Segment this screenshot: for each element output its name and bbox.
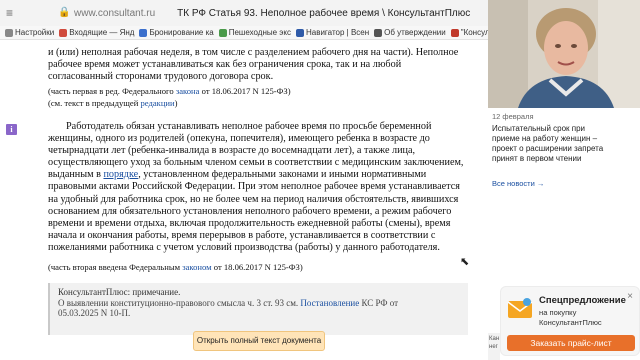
text-line: времени и времени отдыха, включая продол… xyxy=(48,217,451,229)
edition-note-1: (часть первая в ред. Федерального закона… xyxy=(48,85,468,97)
open-full-text-button[interactable]: Открыть полный текст документа xyxy=(193,331,325,351)
close-icon[interactable]: × xyxy=(627,291,633,302)
address-bar: ≡ 🔒 www.consultant.ru ТК РФ Статья 93. Н… xyxy=(0,0,488,26)
note-text: от 18.06.2017 N 125-ФЗ) xyxy=(211,262,303,272)
procedure-link[interactable]: порядке xyxy=(103,169,138,180)
text-line: основанием для обязательного установлени… xyxy=(48,205,452,217)
bookmark-label: Бронирование ка xyxy=(149,28,214,37)
resolution-link[interactable]: Постановление xyxy=(300,298,359,308)
info-icon[interactable]: i xyxy=(6,124,17,135)
text-line: женщины, одного из родителей (опекуна, п… xyxy=(48,133,430,145)
note-text: (часть вторая введена Федеральным xyxy=(48,262,183,272)
bookmark-label: Навигатор | Всен xyxy=(305,28,370,37)
bookmark-item[interactable]: Навигатор | Всен xyxy=(295,28,370,37)
tooltip-line: нег xyxy=(489,344,498,350)
note-text: от 18.06.2017 N 125-ФЗ) xyxy=(199,86,291,96)
bookmark-favicon-icon xyxy=(295,28,304,37)
bookmark-item[interactable]: Об утверждении xyxy=(374,28,446,37)
note-text: (см. текст в предыдущей xyxy=(48,98,141,108)
note-text: О выявлении конституционно-правового смы… xyxy=(58,297,301,308)
bookmark-label: Об утверждении xyxy=(384,28,446,37)
note-text: 05.03.2025 N 10-П. xyxy=(58,308,131,319)
promo-title: Спецпредложение xyxy=(539,295,626,306)
text-line: на удобный для работника срок, но не бол… xyxy=(48,193,459,205)
order-price-list-button[interactable]: Заказать прайс-лист xyxy=(507,335,635,351)
tooltip-line: Кан xyxy=(489,336,500,342)
bookmark-label: "КонсультантПлюс xyxy=(460,28,488,37)
bookmark-favicon-icon xyxy=(5,28,13,37)
url-field[interactable]: www.consultant.ru xyxy=(74,8,155,19)
bookmark-label: Пешеходные экс xyxy=(228,28,291,37)
bookmark-item[interactable]: "КонсультантПлюс xyxy=(450,28,488,37)
bookmark-favicon-icon xyxy=(450,28,459,37)
lock-icon[interactable]: 🔒 xyxy=(58,7,70,19)
bookmark-label: Входящие — Янд xyxy=(69,28,135,37)
edition-note-3: (часть вторая введена Федеральным законо… xyxy=(48,261,468,273)
text-line: рабочее время может устанавливаться как … xyxy=(48,59,402,71)
text-line: правовыми актами Российской Федерации. П… xyxy=(48,181,460,193)
bookmark-favicon-icon xyxy=(218,28,227,37)
bookmark-label: Настройки xyxy=(15,28,55,37)
bookmark-item[interactable]: Бронирование ка xyxy=(139,28,214,37)
webcam-overlay xyxy=(488,0,640,108)
bookmark-item[interactable]: Входящие — Янд xyxy=(59,28,134,37)
text-line: согласованный сторонами трудового догово… xyxy=(48,71,274,83)
presenter-photo xyxy=(488,0,640,108)
previous-edition-link[interactable]: редакции xyxy=(140,98,174,108)
note-text: КС РФ от xyxy=(359,297,399,308)
law-link[interactable]: законом xyxy=(182,262,211,272)
paragraph-1: и (или) неполная рабочая неделя, в том ч… xyxy=(48,47,468,83)
bookmark-favicon-icon xyxy=(374,28,383,37)
consultant-note: КонсультантПлюс: примечание. О выявлении… xyxy=(48,283,468,335)
bookmark-favicon-icon xyxy=(139,28,148,37)
special-offer-popup: Спецпредложение на покупку КонсультантПл… xyxy=(500,286,640,356)
note-text: (часть первая в ред. Федерального xyxy=(48,86,176,96)
text-line: пожеланиями работника с учетом условий п… xyxy=(48,241,440,253)
news-headline[interactable]: Испытательный срок при приеме на работу … xyxy=(492,124,612,164)
text-line: четырнадцати лет (ребенка-инвалида в воз… xyxy=(48,145,416,157)
text-line: и (или) неполная рабочая неделя, в том ч… xyxy=(48,47,459,58)
page-title: ТК РФ Статья 93. Неполное рабочее время … xyxy=(177,7,471,19)
consultant-note-title: КонсультантПлюс: примечание. xyxy=(58,287,181,297)
text-line: Работодатель обязан устанавливать неполн… xyxy=(66,121,432,132)
note-text: ) xyxy=(174,98,178,108)
envelope-icon xyxy=(507,298,533,318)
promo-tooltip: Кан нег xyxy=(488,333,500,360)
bookmark-favicon-icon xyxy=(59,28,68,37)
paragraph-2: Работодатель обязан устанавливать неполн… xyxy=(48,121,468,254)
right-panel: 12 февраля Испытательный срок при приеме… xyxy=(488,0,640,360)
news-date: 12 февраля xyxy=(492,112,534,121)
consultant-note-text: О выявлении конституционно-правового смы… xyxy=(58,298,468,319)
bookmark-item[interactable]: Настройки xyxy=(5,28,54,37)
menu-icon[interactable]: ≡ xyxy=(6,7,16,19)
mouse-cursor-icon: ⬉ xyxy=(460,256,470,268)
text-line: начала и окончания работы, время перерыв… xyxy=(48,229,436,241)
promo-subtitle: на покупку xyxy=(539,308,577,317)
all-news-link[interactable]: Все новости → xyxy=(492,179,544,188)
text-line: осуществляющего уход за больным членом с… xyxy=(48,157,464,169)
bookmark-item[interactable]: Пешеходные экс xyxy=(218,28,291,37)
text-line: , установленном федеральными законами и … xyxy=(138,169,427,181)
law-link[interactable]: закона xyxy=(176,86,200,96)
edition-note-2: (см. текст в предыдущей редакции) xyxy=(48,97,468,109)
document-body: и (или) неполная рабочая неделя, в том ч… xyxy=(0,41,488,360)
promo-subtitle: КонсультантПлюс xyxy=(539,318,602,327)
text-line: выданным в xyxy=(48,169,104,181)
bookmarks-bar: Настройки Входящие — Янд Бронирование ка Пе… xyxy=(0,26,488,40)
